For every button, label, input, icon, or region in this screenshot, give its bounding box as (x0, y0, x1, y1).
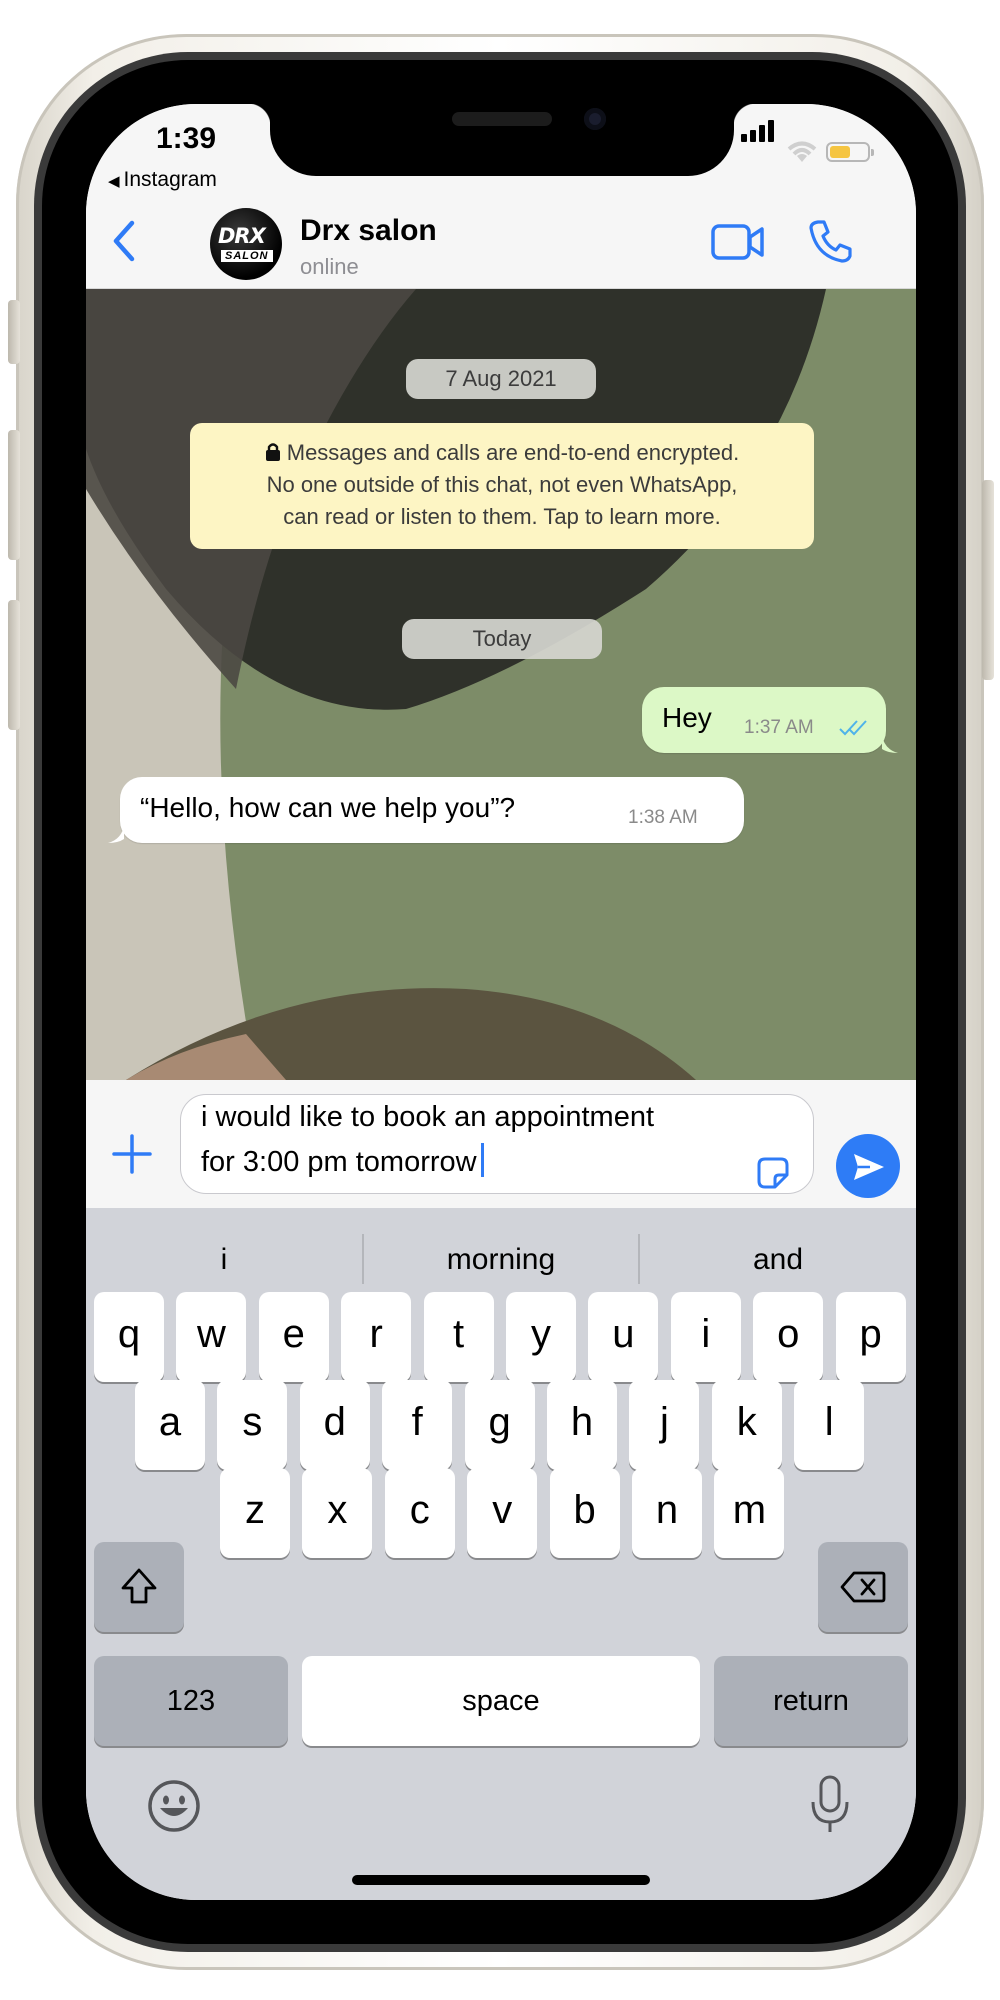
incoming-bubble-tail (108, 825, 124, 843)
delete-key[interactable] (818, 1542, 908, 1632)
date-pill: 7 Aug 2021 (406, 359, 596, 399)
key-s[interactable]: s (217, 1380, 288, 1470)
chevron-left-icon[interactable] (110, 219, 140, 263)
outgoing-message[interactable]: Hey 1:37 AM (642, 687, 886, 753)
space-key[interactable]: space (302, 1656, 700, 1746)
key-i[interactable]: i (670, 1292, 741, 1382)
speaker-grille (452, 112, 552, 126)
back-app-label: Instagram (123, 168, 217, 191)
front-camera (584, 108, 606, 130)
emoji-icon[interactable] (146, 1778, 202, 1834)
mute-switch (8, 300, 20, 364)
message-input[interactable]: i would like to book an appointment for … (180, 1094, 814, 1194)
key-a[interactable]: a (135, 1380, 205, 1470)
encryption-notice-line-1: Messages and calls are end-to-end encryp… (190, 437, 814, 469)
key-y[interactable]: y (506, 1292, 576, 1382)
avatar-logo-subtext: SALON (221, 250, 273, 262)
video-camera-icon[interactable] (710, 222, 766, 262)
phone-icon[interactable] (808, 218, 852, 264)
incoming-message[interactable]: “Hello, how can we help you”? 1:38 AM (120, 777, 744, 843)
key-h[interactable]: h (547, 1380, 617, 1470)
key-f[interactable]: f (382, 1380, 453, 1470)
outgoing-bubble-tail (882, 735, 898, 753)
avatar[interactable]: DRX SALON (210, 208, 282, 280)
volume-down-button (8, 600, 20, 730)
numbers-key[interactable]: 123 (94, 1656, 288, 1746)
key-d[interactable]: d (299, 1380, 370, 1470)
message-time: 1:38 AM (628, 807, 698, 828)
message-input-line-2: for 3:00 pm tomorrow (201, 1143, 484, 1179)
back-to-app-link[interactable]: ◀ Instagram (108, 168, 217, 192)
key-w[interactable]: w (176, 1292, 247, 1382)
message-text: Hey (662, 702, 712, 733)
encryption-notice-line-3: can read or listen to them. Tap to learn… (283, 504, 721, 529)
home-indicator[interactable] (352, 1875, 650, 1885)
encryption-notice-line-2: No one outside of this chat, not even Wh… (266, 472, 738, 497)
chat-area[interactable]: 7 Aug 2021 Messages and calls are end-to… (86, 289, 916, 1080)
key-t[interactable]: t (423, 1292, 494, 1382)
message-text: “Hello, how can we help you”? (140, 792, 516, 823)
plus-icon[interactable] (112, 1134, 152, 1174)
key-j[interactable]: j (629, 1380, 700, 1470)
wifi-icon (787, 141, 817, 162)
power-button (982, 480, 994, 680)
text-caret (480, 1143, 484, 1177)
key-q[interactable]: q (94, 1292, 164, 1382)
lock-icon (265, 443, 280, 461)
send-button[interactable] (836, 1134, 900, 1198)
contact-status: online (300, 254, 359, 279)
contact-name[interactable]: Drx salon (300, 214, 437, 248)
volume-up-button (8, 430, 20, 560)
battery-icon (826, 142, 874, 162)
message-composer: i would like to book an appointment for … (86, 1080, 916, 1208)
encryption-notice[interactable]: Messages and calls are end-to-end encryp… (190, 423, 814, 549)
shift-icon (121, 1568, 157, 1604)
shift-key[interactable] (94, 1542, 184, 1632)
keyboard: i morning and qwertyuiop asdfghjkl zxcvb… (86, 1208, 916, 1900)
key-n[interactable]: n (632, 1468, 702, 1558)
key-l[interactable]: l (794, 1380, 865, 1470)
key-v[interactable]: v (467, 1468, 538, 1558)
notch (248, 104, 756, 176)
key-b[interactable]: b (549, 1468, 620, 1558)
key-r[interactable]: r (341, 1292, 412, 1382)
key-x[interactable]: x (302, 1468, 373, 1558)
key-z[interactable]: z (220, 1468, 290, 1558)
key-u[interactable]: u (588, 1292, 659, 1382)
message-time: 1:37 AM (744, 717, 814, 738)
date-pill-today: Today (402, 619, 602, 659)
sticker-icon[interactable] (755, 1155, 791, 1191)
status-time: 1:39 (156, 122, 217, 155)
key-p[interactable]: p (835, 1292, 906, 1382)
backspace-icon (840, 1571, 886, 1603)
send-icon (854, 1154, 884, 1180)
phone-screen: 1:39 ◀ Instagram DRX SALON Drx salon onli… (86, 104, 916, 1900)
back-arrow-icon: ◀ (108, 173, 120, 190)
key-k[interactable]: k (711, 1380, 782, 1470)
avatar-logo-text: DRX (218, 224, 266, 248)
key-o[interactable]: o (753, 1292, 824, 1382)
key-c[interactable]: c (384, 1468, 455, 1558)
chat-wallpaper (86, 289, 916, 1080)
double-check-icon (839, 720, 867, 736)
microphone-icon[interactable] (810, 1774, 850, 1836)
return-key[interactable]: return (714, 1656, 908, 1746)
key-m[interactable]: m (714, 1468, 785, 1558)
key-g[interactable]: g (464, 1380, 535, 1470)
message-input-line-1: i would like to book an appointment (201, 1101, 655, 1133)
key-e[interactable]: e (258, 1292, 329, 1382)
